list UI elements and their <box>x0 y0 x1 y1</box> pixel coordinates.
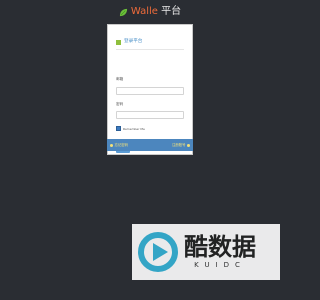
login-panel-header: 登录平台 <box>116 38 142 46</box>
remember-label: Remember Me <box>123 126 145 131</box>
watermark-cn: 酷数据 <box>184 233 256 261</box>
login-panel: 登录平台 邮箱 密码 Remember Me 提交 <box>107 24 193 155</box>
watermark: 酷数据 KUIDC <box>132 224 280 280</box>
play-logo-icon <box>138 232 178 272</box>
login-footer: 忘记密码 注册账号 <box>107 139 193 151</box>
watermark-en: KUIDC <box>194 261 246 269</box>
forgot-icon <box>110 143 113 147</box>
forgot-password-text: 忘记密码 <box>114 143 129 147</box>
header-divider <box>116 49 184 50</box>
app-title: Walle 平台 <box>131 6 181 18</box>
password-field[interactable] <box>116 111 184 119</box>
remember-checkbox[interactable] <box>116 126 121 131</box>
watermark-text: 酷数据 KUIDC <box>184 234 256 270</box>
password-label: 密码 <box>116 102 124 106</box>
forgot-password-link[interactable]: 忘记密码 <box>110 143 128 147</box>
leaf-icon <box>119 8 127 16</box>
app-title-prefix: Walle <box>130 6 158 17</box>
register-text: 注册账号 <box>171 143 186 147</box>
app-brand: Walle 平台 <box>0 5 300 19</box>
app-title-suffix: 平台 <box>157 6 182 17</box>
login-panel-title: 登录平台 <box>124 39 143 44</box>
register-link[interactable]: 注册账号 <box>172 143 190 147</box>
email-label: 邮箱 <box>116 77 124 81</box>
register-icon <box>187 143 190 147</box>
user-icon <box>116 39 121 45</box>
email-field[interactable] <box>116 87 184 95</box>
remember-me[interactable]: Remember Me <box>116 126 145 131</box>
